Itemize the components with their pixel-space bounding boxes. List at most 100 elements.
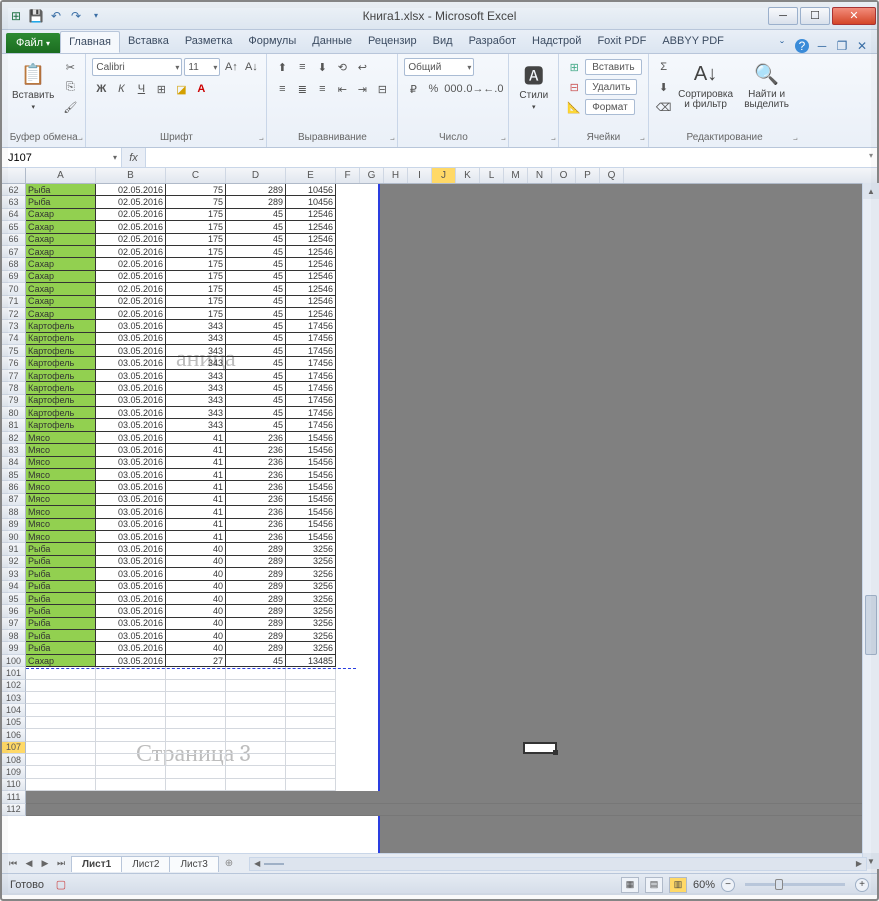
fx-icon[interactable]: fx [122,148,146,167]
cell[interactable]: Сахар [26,258,96,270]
cell[interactable]: 41 [166,481,226,493]
zoom-level[interactable]: 60% [693,879,715,891]
comma-icon[interactable]: 000 [444,80,462,98]
cell[interactable]: 40 [166,593,226,605]
row-header[interactable]: 107 [2,742,26,754]
row-header[interactable]: 106 [2,729,26,741]
cell[interactable]: Сахар [26,209,96,221]
cell[interactable]: Картофель [26,333,96,345]
cell[interactable]: Картофель [26,407,96,419]
italic-icon[interactable]: К [112,80,130,98]
cell[interactable]: 03.05.2016 [96,494,166,506]
tab-главная[interactable]: Главная [60,31,120,53]
cell[interactable]: 40 [166,556,226,568]
delete-cells-button[interactable]: Удалить [585,79,637,95]
cell[interactable]: 289 [226,642,286,654]
zoom-out-icon[interactable]: − [721,878,735,892]
row-header[interactable]: 90 [2,531,26,543]
cell[interactable]: Картофель [26,395,96,407]
tab-данные[interactable]: Данные [304,31,360,53]
cell[interactable]: 45 [226,345,286,357]
cell[interactable]: Картофель [26,419,96,431]
font-name-combo[interactable]: Calibri [92,58,182,76]
cell[interactable]: 175 [166,308,226,320]
sheet-first-icon[interactable]: ⏮ [6,858,20,869]
row-header[interactable]: 97 [2,618,26,630]
cell[interactable]: 02.05.2016 [96,283,166,295]
save-icon[interactable]: 💾 [28,8,44,24]
cell[interactable]: 75 [166,184,226,196]
cell[interactable]: 02.05.2016 [96,184,166,196]
sheet-tab-Лист3[interactable]: Лист3 [169,856,218,872]
cell[interactable]: 03.05.2016 [96,395,166,407]
increase-decimal-icon[interactable]: .0→ [464,80,482,98]
cell[interactable]: Картофель [26,382,96,394]
col-header-G[interactable]: G [360,168,384,183]
cell[interactable] [96,766,166,778]
cell[interactable]: 45 [226,221,286,233]
cell[interactable]: 15456 [286,469,336,481]
cell[interactable]: 03.05.2016 [96,642,166,654]
cell[interactable]: 236 [226,531,286,543]
cell[interactable] [96,680,166,692]
cell[interactable]: 03.05.2016 [96,382,166,394]
cell[interactable] [226,729,286,741]
help-icon[interactable]: ? [795,39,809,53]
cell[interactable]: 27 [166,655,226,667]
cell[interactable]: 45 [226,296,286,308]
row-header[interactable]: 91 [2,543,26,555]
col-header-C[interactable]: C [166,168,226,183]
close-button[interactable]: ✕ [832,7,876,25]
cell[interactable]: 3256 [286,642,336,654]
cell[interactable]: 15456 [286,481,336,493]
cell[interactable]: 45 [226,246,286,258]
cell[interactable]: 03.05.2016 [96,407,166,419]
cell[interactable]: Рыба [26,196,96,208]
cell[interactable]: 289 [226,618,286,630]
cell[interactable]: 15456 [286,444,336,456]
cell[interactable]: Мясо [26,444,96,456]
cell[interactable] [26,742,96,754]
add-sheet-icon[interactable]: ⊕ [219,856,239,871]
col-header-Q[interactable]: Q [600,168,624,183]
row-header[interactable]: 99 [2,642,26,654]
cell[interactable]: 41 [166,519,226,531]
select-all-corner[interactable] [2,168,26,183]
tab-разработ[interactable]: Разработ [461,31,524,53]
row-header[interactable]: 85 [2,469,26,481]
zoom-slider[interactable] [745,883,845,886]
cell[interactable]: Рыба [26,605,96,617]
cell[interactable]: Сахар [26,655,96,667]
cell[interactable] [226,704,286,716]
cell[interactable]: 15456 [286,519,336,531]
cell[interactable]: Мясо [26,519,96,531]
cell[interactable] [96,717,166,729]
cell[interactable]: 03.05.2016 [96,618,166,630]
find-select-button[interactable]: 🔍 Найти и выделить [739,58,795,112]
tab-надстрой[interactable]: Надстрой [524,31,589,53]
cell[interactable]: 289 [226,568,286,580]
insert-cells-icon[interactable]: ⊞ [565,58,583,76]
cell[interactable]: 343 [166,357,226,369]
row-header[interactable]: 79 [2,395,26,407]
cell[interactable]: Сахар [26,221,96,233]
mdi-minimize-icon[interactable]: ─ [815,39,829,53]
cell[interactable]: 41 [166,469,226,481]
row-header[interactable]: 105 [2,717,26,729]
cell[interactable]: 289 [226,581,286,593]
cell[interactable] [286,754,336,766]
scroll-thumb[interactable] [865,595,877,655]
cell[interactable]: Рыба [26,568,96,580]
cell[interactable]: 02.05.2016 [96,246,166,258]
row-header[interactable]: 87 [2,494,26,506]
increase-indent-icon[interactable]: ⇥ [353,80,371,98]
insert-cells-button[interactable]: Вставить [585,59,641,75]
cell[interactable]: 17456 [286,395,336,407]
cell[interactable]: 343 [166,320,226,332]
cell[interactable]: 236 [226,506,286,518]
cell[interactable]: 12546 [286,246,336,258]
tab-abbyy pdf[interactable]: ABBYY PDF [654,31,732,53]
cell[interactable]: 03.05.2016 [96,333,166,345]
cell[interactable]: 15456 [286,494,336,506]
cell[interactable]: 236 [226,457,286,469]
